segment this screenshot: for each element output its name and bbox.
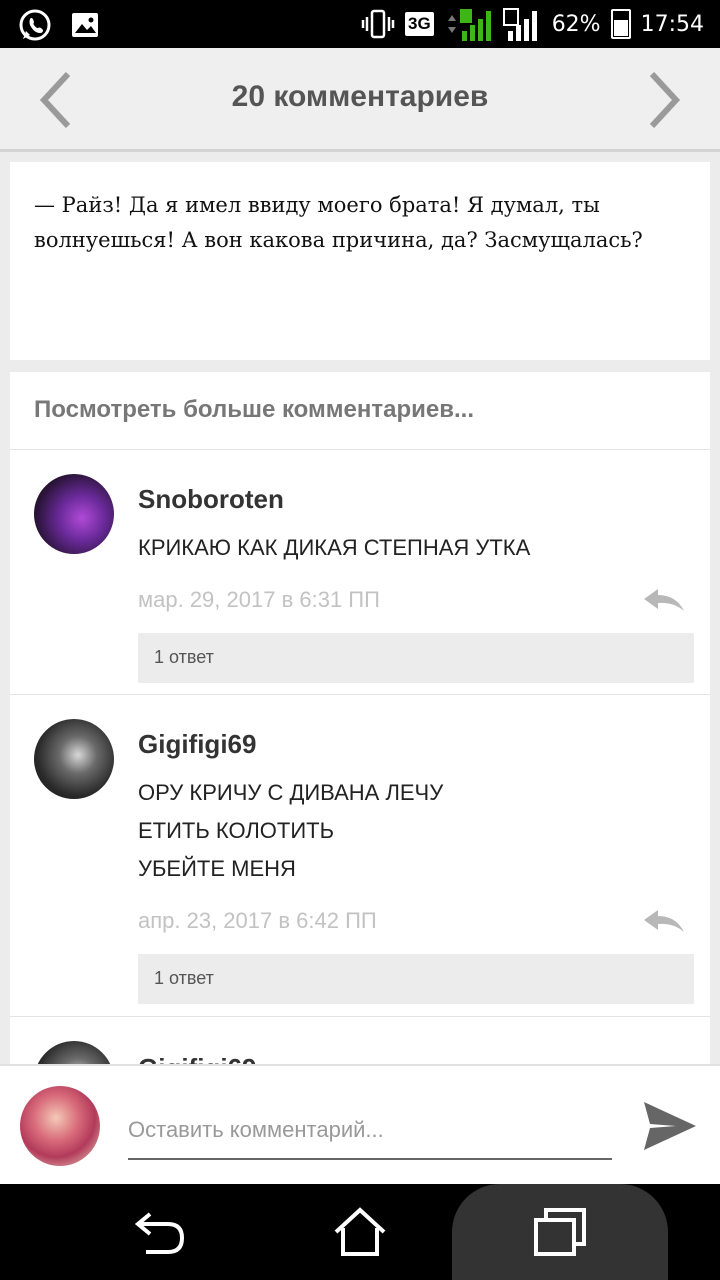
home-icon[interactable] <box>332 1206 388 1258</box>
header: 20 комментариев <box>0 48 720 152</box>
back-icon[interactable] <box>132 1206 188 1258</box>
avatar[interactable] <box>34 474 114 554</box>
send-icon[interactable] <box>642 1098 698 1154</box>
chevron-right-icon[interactable] <box>644 70 684 130</box>
comment-date: апр. 23, 2017 в 6:42 ПП <box>138 908 377 933</box>
reply-icon[interactable] <box>642 908 686 934</box>
replies-button[interactable]: 1 ответ <box>138 954 694 1004</box>
avatar[interactable] <box>34 719 114 799</box>
chapter-excerpt: — Райз! Да я имел ввиду моего брата! Я д… <box>10 162 710 360</box>
recent-apps-icon[interactable] <box>532 1206 588 1258</box>
system-nav-bar <box>0 1184 720 1280</box>
signal-icon-sim2 <box>502 8 537 41</box>
comment-text: КРИКАЮ КАК ДИКАЯ СТЕПНАЯ УТКА <box>138 535 531 560</box>
comment-text-line: ОРУ КРИЧУ С ДИВАНА ЛЕЧУ <box>138 780 444 805</box>
clock: 17:54 <box>640 11 704 37</box>
status-bar: 3G 1 2 62% 17:54 <box>0 0 720 48</box>
compose-bar <box>0 1064 720 1184</box>
comment-author[interactable]: Gigifigi69 <box>138 729 694 760</box>
vibrate-icon <box>361 9 395 39</box>
comment-input[interactable] <box>128 1102 612 1160</box>
comment-item: Gigifigi69 ОРУ КРИЧУ С ДИВАНА ЛЕЧУ ЕТИТЬ… <box>10 695 710 1017</box>
comment-author[interactable]: Snoboroten <box>138 484 694 515</box>
screen: 3G 1 2 62% 17:54 <box>0 0 720 1280</box>
page-title: 20 комментариев <box>231 80 489 113</box>
whatsapp-icon <box>19 9 51 41</box>
comment-text-line: УБЕЙТЕ МЕНЯ <box>138 856 296 881</box>
comment-text-line: ЕТИТЬ КОЛОТИТЬ <box>138 818 335 843</box>
replies-button[interactable]: 1 ответ <box>138 633 694 683</box>
avatar <box>20 1086 100 1166</box>
reply-icon[interactable] <box>642 587 686 613</box>
network-type: 3G <box>405 12 434 36</box>
gallery-icon <box>72 13 98 37</box>
battery-percent: 62% <box>551 11 601 37</box>
comments-list: Посмотреть больше комментариев... Snobor… <box>10 372 710 1072</box>
excerpt-text: — Райз! Да я имел ввиду моего брата! Я д… <box>34 193 643 252</box>
comment-item: Snoboroten КРИКАЮ КАК ДИКАЯ СТЕПНАЯ УТКА… <box>10 450 710 695</box>
load-more-comments-link[interactable]: Посмотреть больше комментариев... <box>10 372 710 450</box>
battery-icon <box>610 9 631 39</box>
signal-icon <box>447 9 491 41</box>
comment-date: мар. 29, 2017 в 6:31 ПП <box>138 587 380 612</box>
